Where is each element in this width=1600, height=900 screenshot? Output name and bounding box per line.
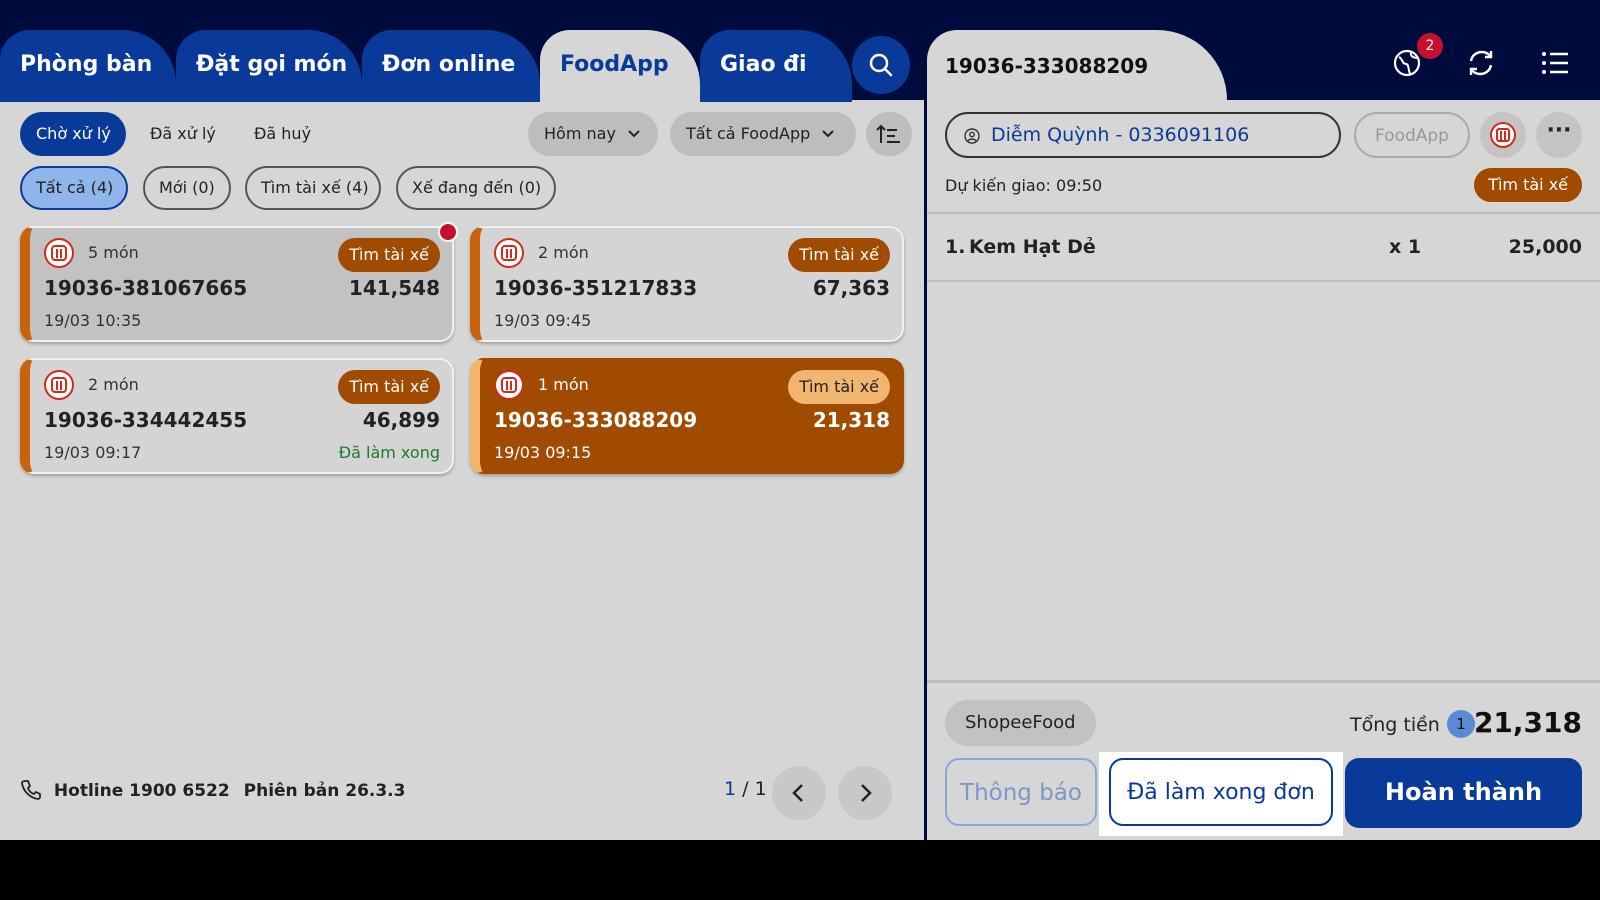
order-amount: 21,318 xyxy=(812,408,890,432)
restaurant-icon xyxy=(494,370,524,400)
source-dropdown-label: Tất cả FoodApp xyxy=(686,124,811,143)
mark-done-button[interactable]: Đã làm xong đơn xyxy=(1109,758,1333,826)
item-price: 25,000 xyxy=(1508,236,1582,258)
order-time: 19/03 10:35 xyxy=(44,311,142,330)
order-status-badge: Tìm tài xế xyxy=(338,238,440,272)
more-button[interactable]: ··· xyxy=(1536,112,1582,158)
order-list-panel: Phòng bàn Đặt gọi món Đơn online FoodApp… xyxy=(0,0,924,840)
order-item-count: 1 món xyxy=(538,375,589,394)
chevron-right-icon xyxy=(861,784,872,802)
search-icon xyxy=(869,53,893,77)
chevron-down-icon xyxy=(628,130,640,138)
hotline-text: Hotline 1900 6522 xyxy=(53,781,230,801)
eta-time: 09:50 xyxy=(1056,176,1103,195)
notification-count-badge: 2 xyxy=(1417,33,1443,59)
source-dropdown[interactable]: Tất cả FoodApp xyxy=(670,112,856,156)
filter-pending[interactable]: Chờ xử lý xyxy=(20,112,126,156)
tab-dat-goi-mon[interactable]: Đặt gọi món xyxy=(176,30,362,102)
order-status-badge: Tìm tài xế xyxy=(788,370,890,404)
total-label: Tổng tiền xyxy=(1350,714,1440,736)
order-amount: 46,899 xyxy=(362,408,440,432)
sort-button[interactable] xyxy=(866,112,912,156)
filter-processed[interactable]: Đã xử lý xyxy=(134,112,230,156)
subfilter-new[interactable]: Mới (0) xyxy=(143,166,231,210)
tab-phong-ban[interactable]: Phòng bàn xyxy=(0,30,176,102)
prev-page-button[interactable] xyxy=(772,766,826,820)
notify-button[interactable]: Thông báo xyxy=(945,758,1097,826)
order-amount: 141,548 xyxy=(348,276,440,300)
detail-status-badge: Tìm tài xế xyxy=(1474,168,1582,202)
divider xyxy=(927,212,1600,214)
date-dropdown-label: Hôm nay xyxy=(544,124,616,143)
more-icon: ··· xyxy=(1546,118,1572,143)
filter-cancelled[interactable]: Đã huỷ xyxy=(238,112,328,156)
tab-don-online[interactable]: Đơn online xyxy=(362,30,540,102)
order-card[interactable]: 5 món Tìm tài xế 19036-381067665 141,548… xyxy=(20,226,454,342)
subfilter-all[interactable]: Tất cả (4) xyxy=(20,166,128,210)
new-order-indicator xyxy=(438,222,458,242)
chevron-left-icon xyxy=(792,784,803,802)
pagination-label: 1 / 1 xyxy=(724,778,767,800)
order-status-badge: Tìm tài xế xyxy=(788,238,890,272)
total-amount: 21,318 xyxy=(1473,706,1582,739)
source-button[interactable]: FoodApp xyxy=(1354,112,1470,158)
order-code: 19036-351217833 xyxy=(494,276,698,300)
next-page-button[interactable] xyxy=(838,766,892,820)
user-icon xyxy=(964,128,980,144)
order-time: 19/03 09:45 xyxy=(494,311,592,330)
item-index: 1. xyxy=(945,236,966,258)
eta-info: Dự kiến giao: 09:50 xyxy=(945,176,1102,195)
total-item-count: 1 xyxy=(1447,710,1475,738)
hotline-info: Hotline 1900 6522 Phiên bản 26.3.3 xyxy=(20,778,405,801)
order-item-count: 2 món xyxy=(88,375,139,394)
divider xyxy=(927,280,1600,282)
subfilter-finding-driver[interactable]: Tìm tài xế (4) xyxy=(245,166,381,210)
restaurant-button[interactable] xyxy=(1480,112,1526,158)
customer-name: Diễm Quỳnh - 0336091106 xyxy=(991,124,1250,146)
eta-label: Dự kiến giao: xyxy=(945,176,1051,195)
sort-icon xyxy=(876,124,900,143)
restaurant-icon xyxy=(494,238,524,268)
order-code: 19036-334442455 xyxy=(44,408,248,432)
channel-badge: ShopeeFood xyxy=(945,700,1096,746)
divider xyxy=(927,680,1600,683)
order-amount: 67,363 xyxy=(812,276,890,300)
item-name: Kem Hạt Dẻ xyxy=(969,236,1096,258)
refresh-icon[interactable] xyxy=(1464,46,1498,80)
customer-field[interactable]: Diễm Quỳnh - 0336091106 xyxy=(945,112,1341,158)
order-code: 19036-381067665 xyxy=(44,276,248,300)
order-card[interactable]: 2 món Tìm tài xế 19036-334442455 46,899 … xyxy=(20,358,454,474)
subfilter-driver-coming[interactable]: Xế đang đến (0) xyxy=(396,166,556,210)
order-time: 19/03 09:15 xyxy=(494,443,592,462)
restaurant-icon xyxy=(44,370,74,400)
page-total: / 1 xyxy=(742,778,767,800)
chevron-down-icon xyxy=(822,130,835,138)
order-status-badge: Tìm tài xế xyxy=(338,370,440,404)
search-button[interactable] xyxy=(852,36,910,94)
order-item-count: 5 món xyxy=(88,243,139,262)
version-text: Phiên bản 26.3.3 xyxy=(243,781,406,801)
item-quantity: x 1 xyxy=(1389,236,1422,258)
order-card[interactable]: 2 món Tìm tài xế 19036-351217833 67,363 … xyxy=(470,226,904,342)
menu-icon[interactable] xyxy=(1538,46,1572,80)
phone-icon xyxy=(21,780,41,800)
order-code: 19036-333088209 xyxy=(494,408,698,432)
detail-order-code: 19036-333088209 xyxy=(945,54,1149,78)
tab-foodapp[interactable]: FoodApp xyxy=(540,30,700,102)
page-current: 1 xyxy=(724,778,737,800)
order-card-selected[interactable]: 1 món Tìm tài xế 19036-333088209 21,318 … xyxy=(470,358,904,474)
restaurant-icon xyxy=(1490,122,1516,148)
order-time: 19/03 09:17 xyxy=(44,443,142,462)
tab-giao-di[interactable]: Giao đi xyxy=(700,30,852,102)
date-dropdown[interactable]: Hôm nay xyxy=(528,112,658,156)
restaurant-icon xyxy=(44,238,74,268)
complete-button[interactable]: Hoàn thành xyxy=(1345,758,1582,828)
order-done-label: Đã làm xong xyxy=(338,443,440,462)
order-detail-panel: 19036-333088209 2 Diễm Quỳnh - 033609110… xyxy=(927,0,1600,840)
order-item-count: 2 món xyxy=(538,243,589,262)
